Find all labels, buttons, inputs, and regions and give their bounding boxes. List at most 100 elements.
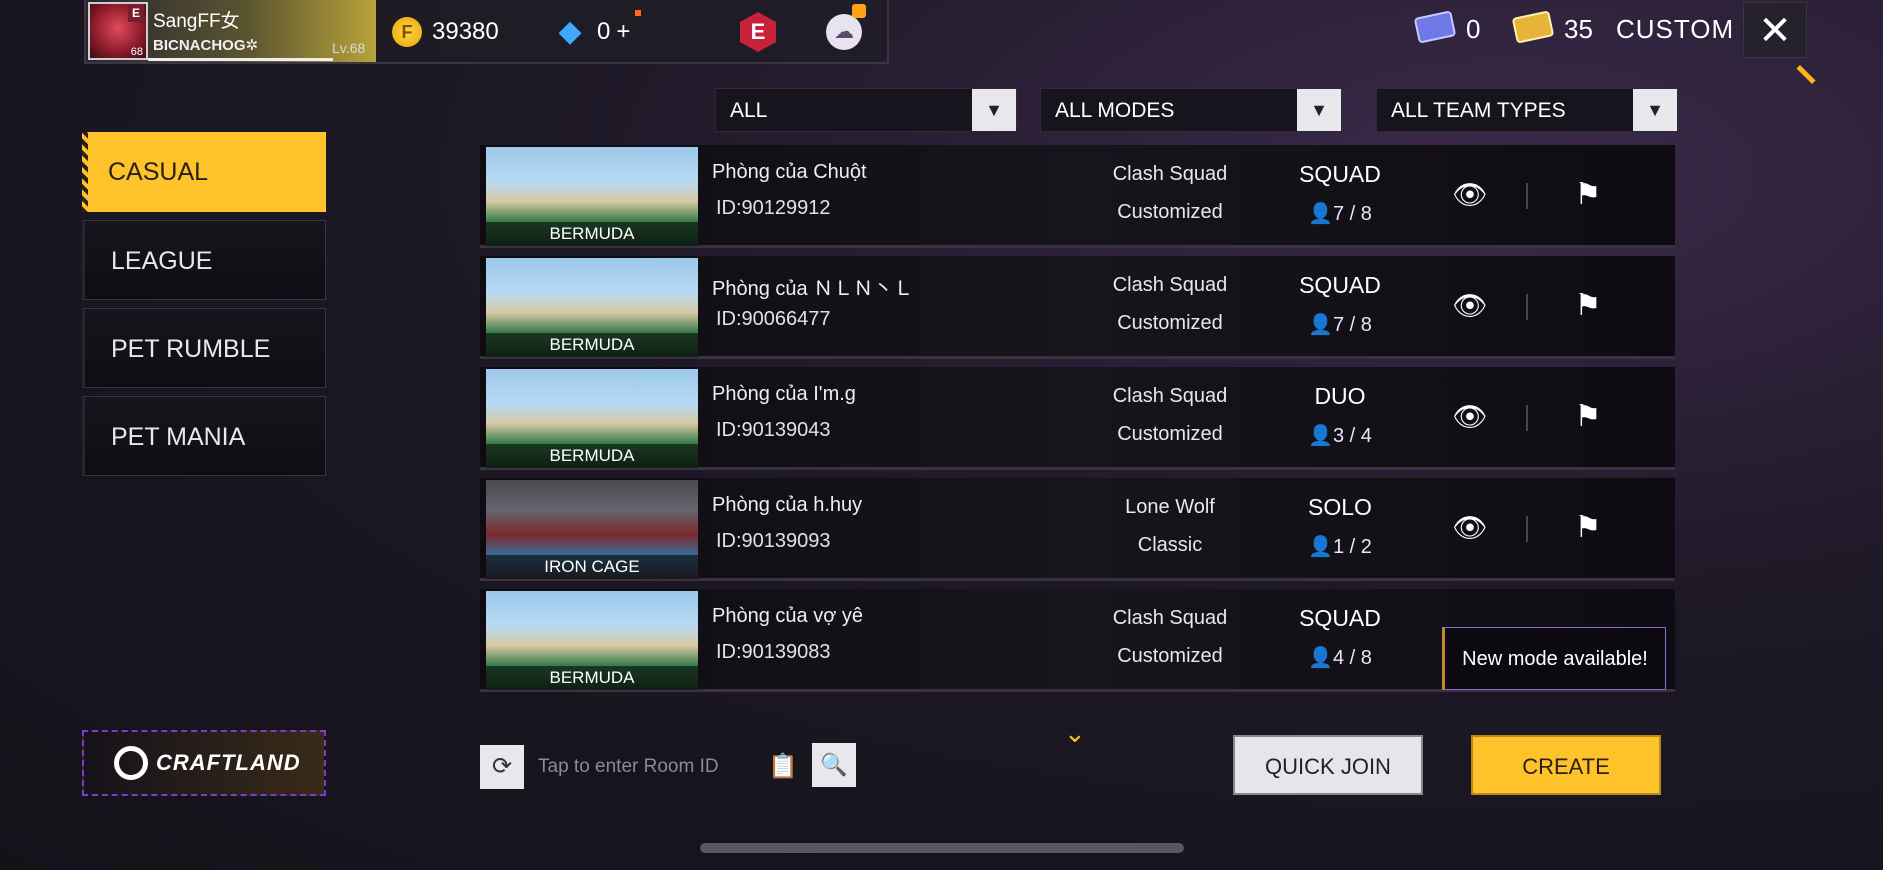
- room-mode: Clash Squad: [1112, 607, 1228, 629]
- blue-ticket-count: 0: [1466, 14, 1481, 44]
- join-flag-icon[interactable]: ⚑: [1566, 173, 1610, 217]
- gift-badge-icon: [852, 4, 866, 18]
- close-button[interactable]: ✕: [1743, 2, 1807, 58]
- map-thumbnail: BERMUDA: [486, 147, 698, 246]
- team-filter-value: ALL TEAM TYPES: [1391, 99, 1566, 122]
- room-id: ID:90139043: [716, 419, 831, 441]
- room-mode: Clash Squad: [1112, 385, 1228, 407]
- player-count-value: 3 / 4: [1332, 425, 1372, 447]
- avatar[interactable]: E 68: [88, 2, 148, 60]
- map-thumbnail: BERMUDA: [486, 591, 698, 690]
- room-id: ID:90066477: [716, 308, 831, 330]
- create-button[interactable]: CREATE: [1471, 735, 1661, 795]
- scroll-down-chevron-icon[interactable]: ⌄: [1064, 718, 1086, 749]
- room-name: Phòng của vợ yê: [712, 605, 863, 627]
- divider: [1526, 516, 1528, 542]
- join-flag-icon[interactable]: ⚑: [1566, 284, 1610, 328]
- room-row[interactable]: IRON CAGE Phòng của h.huy ID:90139093 Lo…: [480, 478, 1675, 581]
- room-mode: Clash Squad: [1112, 274, 1228, 296]
- divider: [1526, 405, 1528, 431]
- map-filter-value: ALL: [730, 99, 768, 122]
- home-indicator[interactable]: [700, 843, 1184, 853]
- gold-coin-icon: F: [392, 17, 422, 47]
- room-submode: Customized: [1117, 312, 1223, 334]
- gold-ticket-count: 35: [1564, 14, 1593, 44]
- search-icon[interactable]: 🔍: [812, 743, 856, 787]
- sidebar-item-pet-mania[interactable]: PET MANIA: [82, 396, 326, 476]
- cloud-gift-icon[interactable]: ☁: [826, 14, 862, 50]
- team-type: SOLO: [1308, 494, 1372, 520]
- room-row[interactable]: BERMUDA Phòng của I'm.g ID:90139043 Clas…: [480, 367, 1675, 470]
- player-count-value: 1 / 2: [1332, 536, 1372, 558]
- map-name: IRON CAGE: [486, 555, 698, 579]
- new-mode-tooltip: New mode available!: [1442, 627, 1666, 690]
- notification-dot: [635, 10, 641, 16]
- eye-icon[interactable]: 👁: [1450, 175, 1490, 215]
- player-count-value: 7 / 8: [1332, 203, 1372, 225]
- quick-join-button[interactable]: QUICK JOIN: [1233, 735, 1423, 795]
- sidebar-item-pet-rumble[interactable]: PET RUMBLE: [82, 308, 326, 388]
- gold-amount: 39380: [432, 18, 499, 45]
- room-id: ID:90139093: [716, 530, 831, 552]
- refresh-icon[interactable]: ⟳: [480, 745, 524, 789]
- room-submode: Customized: [1117, 423, 1223, 445]
- sidebar-item-casual[interactable]: CASUAL: [82, 132, 326, 212]
- room-name: Phòng của ＮＬＮ丶Ｌ: [712, 278, 914, 300]
- diamond-amount: 0: [597, 18, 611, 45]
- room-id: ID:90129912: [716, 197, 831, 219]
- room-id: ID:90139083: [716, 641, 831, 663]
- chevron-down-icon: ▼: [972, 89, 1016, 131]
- player-level: Lv.68: [332, 40, 366, 56]
- avatar-rank-badge: E: [128, 4, 144, 22]
- team-type: SQUAD: [1299, 605, 1381, 631]
- sidebar-item-league[interactable]: LEAGUE: [82, 220, 326, 300]
- eye-icon[interactable]: 👁: [1450, 397, 1490, 437]
- player-count: 👤4 / 8: [1308, 647, 1372, 669]
- eye-icon[interactable]: 👁: [1450, 286, 1490, 326]
- room-submode: Customized: [1117, 645, 1223, 667]
- diamond-icon: ◆: [558, 15, 582, 48]
- chevron-down-icon: ▼: [1297, 89, 1341, 131]
- room-name: Phòng của Chuột: [712, 161, 867, 183]
- player-count: 👤3 / 4: [1308, 425, 1372, 447]
- eye-icon[interactable]: 👁: [1450, 508, 1490, 548]
- player-name: SangFF女: [153, 11, 240, 32]
- team-type: SQUAD: [1299, 161, 1381, 187]
- chevron-down-icon: ▼: [1633, 89, 1677, 131]
- blue-ticket-icon: [1413, 10, 1457, 44]
- room-row[interactable]: BERMUDA Phòng của ＮＬＮ丶Ｌ ID:90066477 Clas…: [480, 256, 1675, 359]
- map-filter-dropdown[interactable]: ALL ▼: [715, 88, 1017, 132]
- map-thumbnail: BERMUDA: [486, 258, 698, 357]
- craftland-logo-icon: [114, 746, 148, 780]
- clipboard-icon[interactable]: 📋: [768, 748, 798, 786]
- page-title: CUSTOM: [1616, 14, 1735, 44]
- xp-bar: [148, 58, 333, 61]
- diamond-plus: +: [616, 18, 631, 45]
- mode-filter-dropdown[interactable]: ALL MODES ▼: [1040, 88, 1342, 132]
- room-name: Phòng của I'm.g: [712, 383, 856, 405]
- player-count: 👤1 / 2: [1308, 536, 1372, 558]
- avatar-level: 68: [130, 46, 143, 58]
- gold-currency[interactable]: F 39380: [392, 14, 499, 50]
- player-count: 👤7 / 8: [1308, 314, 1372, 336]
- craftland-button[interactable]: CRAFTLAND: [82, 730, 326, 796]
- guild-name: BICNACHOG✲: [153, 37, 259, 54]
- map-thumbnail: BERMUDA: [486, 369, 698, 468]
- diamond-currency[interactable]: ◆ 0 +: [555, 14, 630, 50]
- team-type: SQUAD: [1299, 272, 1381, 298]
- map-name: BERMUDA: [486, 444, 698, 468]
- room-name: Phòng của h.huy: [712, 494, 863, 516]
- player-count-value: 4 / 8: [1332, 647, 1372, 669]
- player-count: 👤7 / 8: [1308, 203, 1372, 225]
- room-row[interactable]: BERMUDA Phòng của Chuột ID:90129912 Clas…: [480, 145, 1675, 248]
- corner-decoration: [1796, 64, 1816, 85]
- room-mode: Lone Wolf: [1125, 496, 1215, 518]
- map-thumbnail: IRON CAGE: [486, 480, 698, 579]
- join-flag-icon[interactable]: ⚑: [1566, 506, 1610, 550]
- join-flag-icon[interactable]: ⚑: [1566, 395, 1610, 439]
- room-submode: Customized: [1117, 201, 1223, 223]
- room-submode: Classic: [1137, 534, 1203, 556]
- room-mode: Clash Squad: [1112, 163, 1228, 185]
- divider: [1526, 183, 1528, 209]
- team-filter-dropdown[interactable]: ALL TEAM TYPES ▼: [1376, 88, 1678, 132]
